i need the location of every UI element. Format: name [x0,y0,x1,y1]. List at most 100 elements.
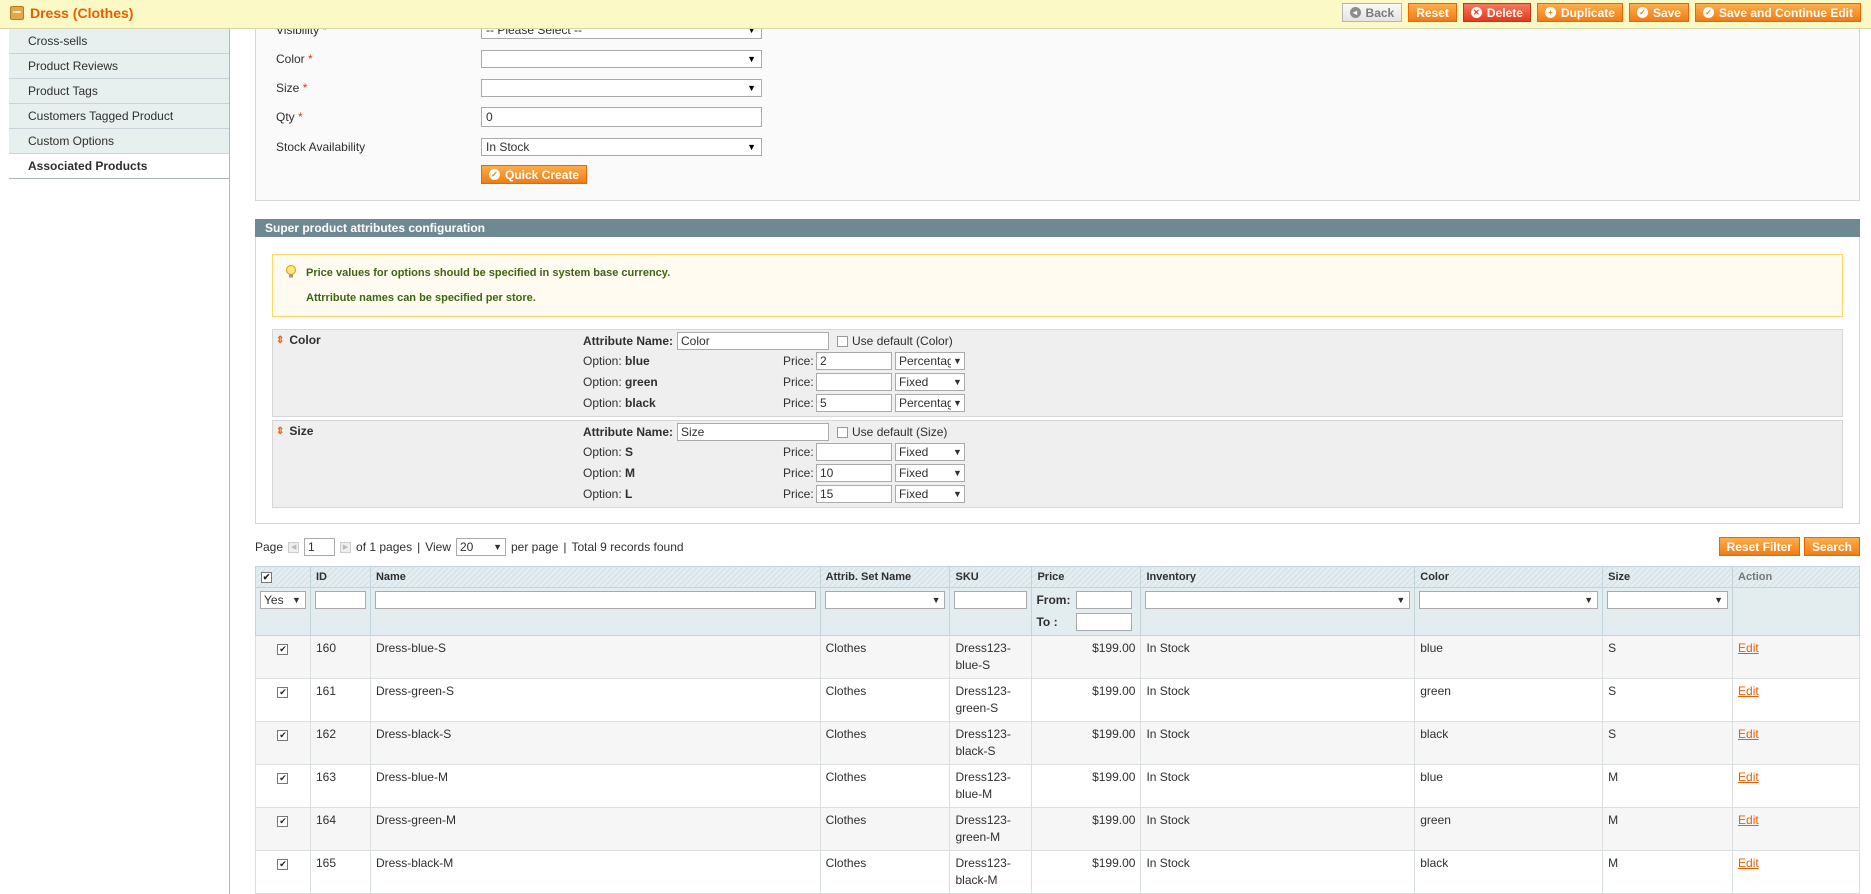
cell-sku: Dress123- blue-M [949,764,1033,808]
table-row[interactable]: ✔ 160 Dress-blue-S Clothes Dress123- blue-S $1… [255,635,1860,679]
cell-id: 162 [309,721,371,765]
column-id[interactable]: ID [309,566,371,588]
cell-attrib-set: Clothes [819,635,951,679]
prev-page-icon[interactable]: ◀ [288,541,300,553]
attribute-name-input-size[interactable]: Size [677,423,830,441]
column-inventory[interactable]: Inventory [1140,566,1416,588]
column-select-all[interactable]: ✔ [255,566,311,588]
row-select-cell[interactable]: ✔ [255,721,311,765]
sidebar-item-product-tags[interactable]: Product Tags [9,79,230,104]
column-attrib-set[interactable]: Attrib. Set Name [819,566,951,588]
sidebar-item-cross-sells[interactable]: Cross-sells [9,29,230,54]
price-type-select[interactable]: Fixed [895,464,965,482]
row-checkbox[interactable]: ✔ [277,816,289,827]
cell-color: blue [1414,764,1604,808]
cell-size: M [1602,764,1734,808]
use-default-checkbox-color[interactable] [837,335,849,347]
page-input[interactable]: 1 [304,538,336,556]
color-select[interactable] [481,50,762,68]
column-name[interactable]: Name [369,566,821,588]
filter-id[interactable] [314,591,366,609]
row-checkbox[interactable]: ✔ [277,859,289,870]
save-continue-button[interactable]: ✓ Save and Continue Edit [1694,3,1861,22]
edit-link[interactable]: Edit [1738,856,1759,870]
row-checkbox[interactable]: ✔ [277,644,289,655]
table-row[interactable]: ✔ 165 Dress-black-M Clothes Dress123- black-M… [255,850,1860,894]
filter-sku[interactable] [954,591,1028,609]
filter-size[interactable] [1607,591,1729,609]
sidebar-item-custom-options[interactable]: Custom Options [9,129,230,154]
table-row[interactable]: ✔ 164 Dress-green-M Clothes Dress123- green-M… [255,807,1860,851]
row-select-cell[interactable]: ✔ [255,678,311,722]
attribute-title-size[interactable]: ⇕ Size [276,424,313,438]
reset-filter-button[interactable]: Reset Filter [1718,537,1800,556]
filter-color[interactable] [1419,591,1599,609]
save-button[interactable]: ✓ Save [1628,3,1689,22]
option-price-input[interactable] [816,373,892,391]
delete-button[interactable]: ✕ Delete [1462,3,1531,22]
option-price-input[interactable]: 10 [816,464,892,482]
qty-input[interactable]: 0 [481,107,762,127]
table-row[interactable]: ✔ 163 Dress-blue-M Clothes Dress123- blue-M $1… [255,764,1860,808]
option-price-input[interactable]: 2 [816,352,892,370]
filter-in-products[interactable]: Yes [260,591,306,609]
search-button[interactable]: Search [1803,537,1860,556]
reset-button[interactable]: Reset [1408,3,1457,22]
filter-price-from[interactable] [1076,591,1133,609]
edit-link[interactable]: Edit [1738,684,1759,698]
row-checkbox[interactable]: ✔ [277,773,289,784]
edit-link[interactable]: Edit [1738,770,1759,784]
row-select-cell[interactable]: ✔ [255,850,311,894]
next-page-icon[interactable]: ▶ [340,541,352,553]
drag-sort-icon[interactable]: ⇕ [276,426,284,437]
cell-inventory: In Stock [1140,721,1416,765]
price-type-select[interactable]: Fixed [895,443,965,461]
row-select-cell[interactable]: ✔ [255,764,311,808]
size-row: Size * [276,79,762,97]
stock-availability-select[interactable]: In Stock [481,138,762,156]
edit-link[interactable]: Edit [1738,813,1759,827]
per-page-select[interactable]: 20 [456,538,506,556]
duplicate-button[interactable]: + Duplicate [1536,3,1623,22]
option-row: Option: blue Price: 2 Percentage [583,352,965,370]
edit-link[interactable]: Edit [1738,641,1759,655]
sidebar-item-associated-products[interactable]: Associated Products [9,154,230,179]
column-sku[interactable]: SKU [949,566,1033,588]
filter-inventory[interactable] [1145,591,1411,609]
column-action: Action [1732,566,1860,588]
size-select[interactable] [481,79,762,97]
option-price-input[interactable] [816,443,892,461]
column-price[interactable]: Price [1031,566,1142,588]
row-checkbox[interactable]: ✔ [277,687,289,698]
drag-sort-icon[interactable]: ⇕ [276,335,284,346]
filter-name[interactable] [374,591,816,609]
filter-price-to[interactable] [1076,613,1133,631]
row-checkbox[interactable]: ✔ [277,730,289,741]
notice-box: Price values for options should be speci… [272,254,1843,317]
table-row[interactable]: ✔ 161 Dress-green-S Clothes Dress123- green-S… [255,678,1860,722]
column-color[interactable]: Color [1414,566,1604,588]
attribute-title-color[interactable]: ⇕ Color [276,333,321,347]
price-type-select[interactable]: Fixed [895,373,965,391]
edit-link[interactable]: Edit [1738,727,1759,741]
quick-create-button[interactable]: ✓ Quick Create [481,165,588,184]
price-type-select[interactable]: Percentage [895,394,965,412]
back-button[interactable]: ◂ Back [1341,3,1403,22]
row-select-cell[interactable]: ✔ [255,635,311,679]
price-type-select[interactable]: Fixed [895,485,965,503]
cell-action: Edit [1732,764,1860,808]
column-size[interactable]: Size [1602,566,1734,588]
sidebar-item-product-reviews[interactable]: Product Reviews [9,54,230,79]
price-type-select[interactable]: Percentage [895,352,965,370]
attribute-name-input-color[interactable]: Color [677,332,830,350]
option-price-input[interactable]: 5 [816,394,892,412]
select-all-checkbox[interactable]: ✔ [261,572,272,583]
row-select-cell[interactable]: ✔ [255,807,311,851]
table-row[interactable]: ✔ 162 Dress-black-S Clothes Dress123- black-S… [255,721,1860,765]
sidebar-item-customers-tagged-product[interactable]: Customers Tagged Product [9,104,230,129]
duplicate-label: Duplicate [1560,5,1615,20]
option-price-input[interactable]: 15 [816,485,892,503]
filter-attrib-set[interactable] [824,591,946,609]
cell-attrib-set: Clothes [819,850,951,894]
use-default-checkbox-size[interactable] [837,426,849,438]
